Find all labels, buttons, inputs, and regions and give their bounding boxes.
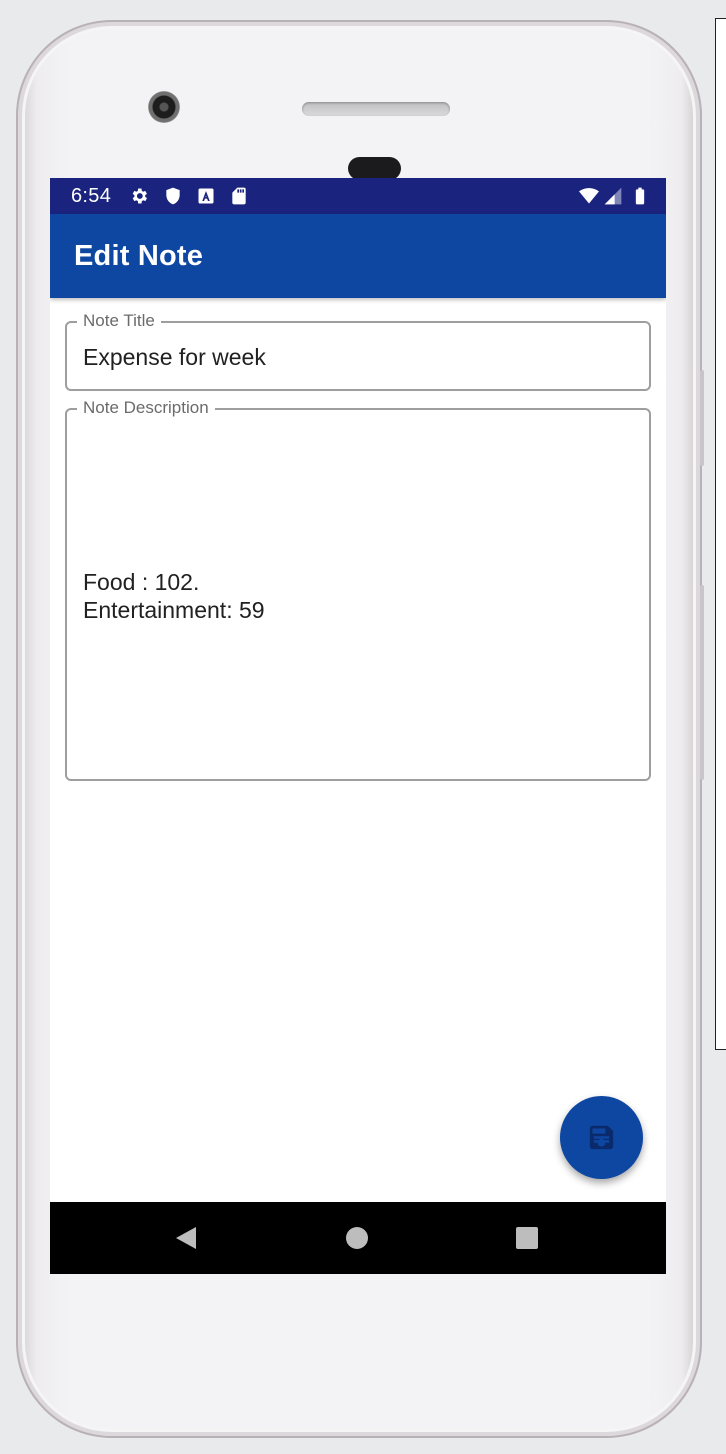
adjacent-panel-edge — [715, 18, 726, 1050]
wifi-icon — [579, 188, 599, 204]
note-description-input[interactable]: Food : 102. Entertainment: 59 — [83, 568, 265, 624]
note-title-input[interactable]: Expense for week — [83, 343, 266, 371]
status-bar: 6:54 — [50, 178, 666, 214]
proximity-sensor — [348, 157, 401, 180]
phone-screen: 6:54 Edit Note Note Title Expense for we… — [50, 178, 666, 1274]
text-a-icon — [198, 188, 214, 204]
gear-icon — [132, 188, 147, 204]
save-button[interactable] — [560, 1096, 643, 1179]
note-description-label: Note Description — [77, 398, 215, 418]
save-icon — [589, 1125, 614, 1150]
sd-card-icon — [232, 187, 246, 205]
recents-icon[interactable] — [513, 1224, 541, 1252]
page-title: Edit Note — [74, 240, 204, 272]
volume-button — [700, 585, 704, 780]
earpiece-speaker — [302, 102, 450, 116]
shield-icon — [166, 187, 180, 205]
status-time: 6:54 — [71, 185, 112, 207]
front-camera — [148, 91, 180, 123]
home-icon[interactable] — [343, 1224, 371, 1252]
app-bar: Edit Note — [50, 214, 666, 298]
cell-signal-icon — [604, 187, 622, 205]
note-title-field[interactable]: Note Title Expense for week — [65, 311, 651, 391]
battery-icon — [635, 187, 645, 205]
note-title-label: Note Title — [77, 311, 161, 331]
back-icon[interactable] — [172, 1224, 200, 1252]
navigation-bar — [50, 1202, 666, 1274]
power-button — [700, 370, 704, 466]
note-description-field[interactable]: Note Description Food : 102. Entertainme… — [65, 398, 651, 781]
